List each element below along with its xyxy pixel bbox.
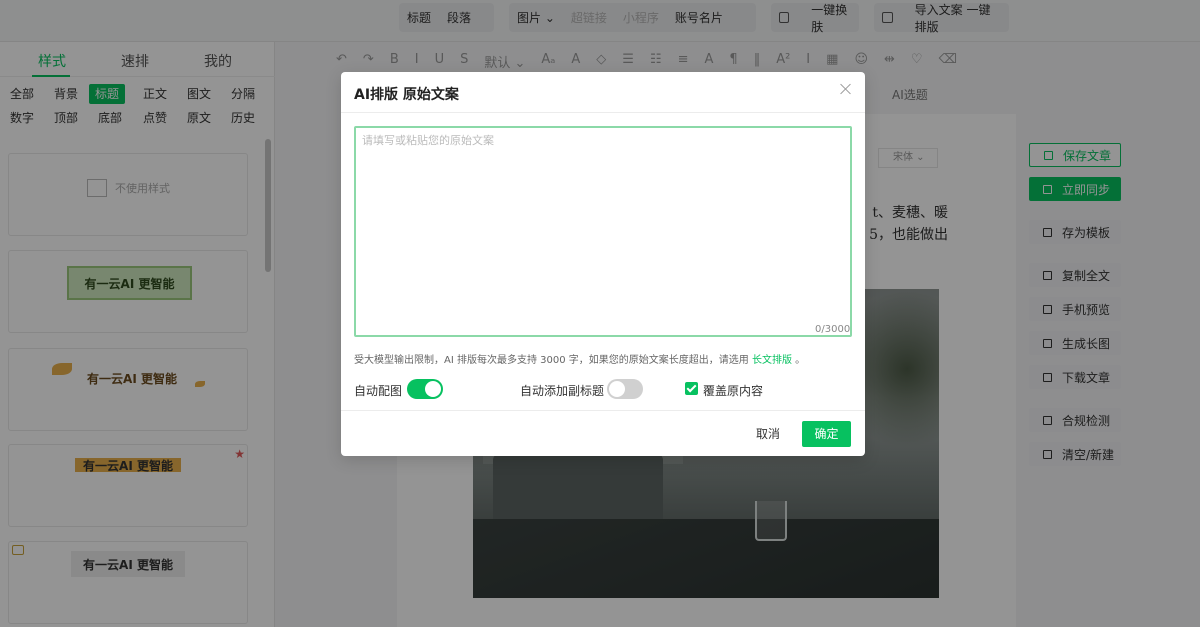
auto-subtitle-toggle[interactable]	[607, 379, 643, 399]
char-counter: 0/3000	[815, 324, 851, 335]
overwrite-checkbox[interactable]	[685, 382, 698, 395]
hint-end: 。	[791, 355, 806, 366]
dialog-footer-divider	[341, 410, 865, 411]
original-text-input[interactable]	[354, 126, 852, 337]
hint-text: 受大模型输出限制，AI 排版每次最多支持 3000 字，如果您的原始文案长度超出…	[354, 355, 752, 366]
confirm-button[interactable]: 确定	[802, 421, 851, 447]
overwrite-label: 覆盖原内容	[703, 384, 764, 398]
ai-layout-dialog: AI排版 原始文案 0/3000 受大模型输出限制，AI 排版每次最多支持 30…	[341, 72, 865, 456]
auto-image-toggle[interactable]	[407, 379, 443, 399]
long-layout-link[interactable]: 长文排版	[752, 355, 792, 366]
length-hint: 受大模型输出限制，AI 排版每次最多支持 3000 字，如果您的原始文案长度超出…	[354, 351, 805, 366]
dialog-title: AI排版 原始文案	[354, 87, 459, 103]
cancel-button[interactable]: 取消	[746, 422, 790, 446]
close-icon[interactable]	[839, 82, 853, 96]
toggle-knob	[425, 381, 441, 397]
dialog-divider	[341, 112, 865, 113]
auto-image-label: 自动配图	[354, 384, 403, 398]
auto-subtitle-label: 自动添加副标题	[520, 384, 605, 398]
toggle-knob	[609, 381, 625, 397]
